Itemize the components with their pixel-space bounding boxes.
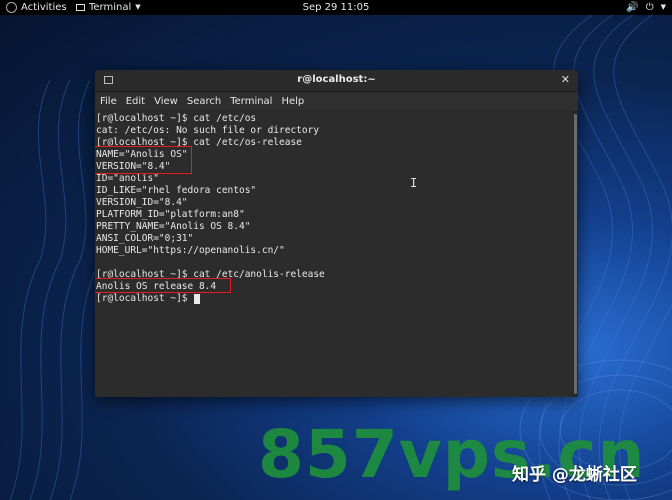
terminal-line: HOME_URL="https://openanolis.cn/" [96, 245, 285, 256]
window-title: r@localhost:~ [297, 74, 376, 85]
terminal-line: ANSI_COLOR="0;31" [96, 233, 194, 244]
app-menu-button[interactable]: Terminal ▼ [76, 0, 141, 15]
activities-button[interactable]: Activities [6, 0, 67, 15]
terminal-line: ID="anolis" [96, 173, 159, 184]
menu-search[interactable]: Search [187, 96, 221, 107]
menu-help[interactable]: Help [281, 96, 304, 107]
terminal-icon [76, 4, 85, 11]
terminal-output[interactable]: [r@localhost ~]$ cat /etc/os cat: /etc/o… [95, 110, 573, 397]
text-cursor [194, 293, 201, 304]
watermark-source: 知乎 @龙蜥社区 [512, 465, 637, 485]
menu-edit[interactable]: Edit [126, 96, 145, 107]
app-name-label: Terminal [89, 2, 132, 13]
menu-view[interactable]: View [154, 96, 178, 107]
window-titlebar[interactable]: r@localhost:~ ✕ [95, 70, 578, 92]
chevron-down-icon: ▼ [660, 3, 666, 11]
terminal-line: ID_LIKE="rhel fedora centos" [96, 185, 257, 196]
terminal-line: PRETTY_NAME="Anolis OS 8.4" [96, 221, 251, 232]
highlight-box-os-release [95, 146, 192, 174]
top-bar: Activities Terminal ▼ Sep 29 11:05 🔊 ⏻ ▼ [0, 0, 672, 15]
speaker-icon: 🔊 [626, 2, 639, 13]
menu-file[interactable]: File [100, 96, 117, 107]
power-icon: ⏻ [645, 2, 654, 13]
terminal-window: r@localhost:~ ✕ File Edit View Search Te… [95, 70, 578, 397]
terminal-line: [r@localhost ~]$ cat /etc/os [96, 113, 257, 124]
terminal-line: VERSION_ID="8.4" [96, 197, 188, 208]
distro-logo-icon [6, 2, 17, 13]
terminal-prompt-line: [r@localhost ~]$ [96, 293, 201, 305]
mouse-ibeam-cursor: I [410, 176, 418, 190]
activities-label: Activities [21, 2, 67, 13]
highlight-box-anolis-release [95, 278, 231, 293]
menu-terminal[interactable]: Terminal [230, 96, 272, 107]
close-icon[interactable]: ✕ [561, 73, 570, 86]
chevron-down-icon: ▼ [135, 3, 141, 11]
terminal-line: PLATFORM_ID="platform:an8" [96, 209, 245, 220]
menu-bar: File Edit View Search Terminal Help [95, 92, 578, 111]
prompt-text: [r@localhost ~]$ [96, 293, 194, 304]
scrollbar-thumb[interactable] [574, 114, 577, 394]
terminal-line: cat: /etc/os: No such file or directory [96, 125, 320, 136]
system-tray[interactable]: 🔊 ⏻ ▼ [626, 0, 666, 15]
clock[interactable]: Sep 29 11:05 [303, 2, 370, 13]
